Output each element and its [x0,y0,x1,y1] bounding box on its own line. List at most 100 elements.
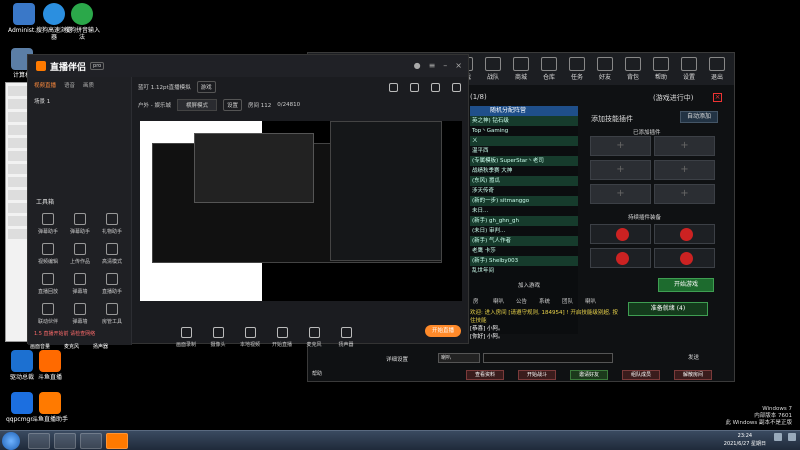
tab-voice[interactable]: 语音 [64,81,75,89]
send-button[interactable]: 发送 [688,353,714,363]
ctrl-start-live[interactable]: 开始直播 [268,327,296,348]
tool-danmu-wall-2[interactable]: 弹幕墙 [64,303,96,325]
mode-select[interactable]: 横屏模式 [176,99,217,111]
volume-icon[interactable] [788,433,796,441]
player-row[interactable]: 英之神) 钻石级 [470,116,578,126]
desktop-icon-douyu[interactable]: 斗鱼直播 [30,350,70,381]
player-row[interactable]: (新手) 气人作者 [470,236,578,246]
tool-danmu-wall[interactable]: 弹幕墙 [64,273,96,295]
plugin-slot[interactable]: + [654,136,715,156]
record-icon[interactable] [389,83,398,92]
player-row[interactable]: (新手) Shelby003 [470,256,578,266]
taskbar-app-stream[interactable] [106,433,128,449]
detail-settings[interactable]: 详细设置 [386,355,408,363]
chat-tab[interactable]: 喇叭 [585,297,596,305]
owned-plugin-slot[interactable] [654,248,715,268]
help-link[interactable]: 帮助 [312,370,322,377]
player-row[interactable]: 涉天传奇 [470,186,578,196]
chat-input[interactable] [483,353,613,363]
plugin-slot[interactable]: + [590,160,651,180]
close-icon[interactable]: × [455,61,462,70]
settings-chip[interactable]: 设置 [223,99,243,111]
ctrl-screen-record[interactable]: 画面录制 [172,327,200,348]
player-row[interactable]: 温平西 [470,146,578,156]
tool-gift[interactable]: 礼物助手 [96,213,128,235]
tool-link[interactable]: 联动伙伴 [32,303,64,325]
game-menu-tasks[interactable]: 任务 [564,55,590,83]
game-menu-help[interactable]: 帮助 [648,55,674,83]
player-row[interactable]: (专属模板) SuperStar丶老司 [470,156,578,166]
bottom-btn-profile[interactable]: 查看资料 [466,370,504,380]
player-row[interactable]: (新的一步) sitmanggo [470,196,578,206]
game-menu-bag[interactable]: 背包 [620,55,646,83]
player-row[interactable]: Top丶Gaming [470,126,578,136]
tab-quality[interactable]: 画质 [83,81,94,89]
join-game-label[interactable]: 加入游戏 [518,281,540,289]
tool-admin[interactable]: 房管工具 [96,303,128,325]
plugin-slot[interactable]: + [654,184,715,204]
chat-channel-select[interactable]: 喇叭 [438,353,480,363]
lock-icon[interactable] [410,83,419,92]
tool-upload[interactable]: 上传作品 [64,243,96,265]
start-button[interactable] [2,432,20,450]
taskbar-clock[interactable]: 23:24 2021/6/27 星期日 [724,432,766,448]
tool-hd[interactable]: 高清模式 [96,243,128,265]
ctrl-local-video[interactable]: 本地视频 [236,327,264,348]
start-game-button[interactable]: 开始游戏 [658,278,714,292]
game-menu-friends[interactable]: 好友 [592,55,618,83]
player-row[interactable]: (新手) gh_ghn_gh [470,216,578,226]
taskbar-app-game[interactable] [54,433,76,449]
auto-add-button[interactable]: 自动添加 [680,111,718,123]
minimize-icon[interactable]: – [443,61,447,70]
tool-danmu-2[interactable]: 弹幕助手 [64,213,96,235]
owned-plugin-slot[interactable] [654,224,715,244]
game-menu-team[interactable]: 战队 [480,55,506,83]
network-icon[interactable] [774,433,782,441]
scene-item[interactable]: 场景 1 [28,93,131,109]
plugin-slot[interactable]: + [654,160,715,180]
owned-plugin-slot[interactable] [590,248,651,268]
bottom-btn-battle[interactable]: 开始战斗 [518,370,556,380]
tool-assistant[interactable]: 直播助手 [96,273,128,295]
taskbar-app-folder[interactable] [80,433,102,449]
tool-video-edit[interactable]: 视频编辑 [32,243,64,265]
player-row[interactable]: (东风) 嚣瓜 [470,176,578,186]
game-menu-exit[interactable]: 退出 [704,55,730,83]
stream-title[interactable]: 蓝叮 1.12pt直播模拟 [138,83,191,91]
streaming-app-window[interactable]: 直播伴侣 pro ● ≡ – × 视频直播 语音 画质 场景 1 工具箱 弹幕助… [27,54,469,348]
go-live-button[interactable]: 开始直播 [425,325,461,337]
ctrl-microphone[interactable]: 麦克风 [300,327,328,348]
ready-button[interactable]: 准备就绪 (4) [628,302,708,316]
chat-tab[interactable]: 公告 [516,297,527,305]
owned-plugin-slot[interactable] [590,224,651,244]
player-row[interactable]: (未日) 审判... [470,226,578,236]
player-row[interactable]: ㄨ [470,136,578,146]
tool-danmu[interactable]: 弹幕助手 [32,213,64,235]
category-chip[interactable]: 游戏 [196,81,216,93]
ctrl-camera[interactable]: 摄像头 [204,327,232,348]
audio-item[interactable]: 麦克风 [64,343,79,350]
tool-replay[interactable]: 直播回放 [32,273,64,295]
avatar[interactable]: ● [414,61,421,70]
close-icon[interactable]: × [713,93,722,102]
player-row[interactable]: 老鹰 卡莎 [470,246,578,256]
game-menu-shop[interactable]: 商城 [508,55,534,83]
chat-tab[interactable]: 团队 [562,297,573,305]
room-select[interactable]: 户外 - 娱乐城 [138,101,171,109]
desktop-icon-sogou-input[interactable]: 搜狗拼音输入法 [62,3,102,41]
game-menu-settings[interactable]: 设置 [676,55,702,83]
ctrl-speaker[interactable]: 扬声器 [332,327,360,348]
plugin-slot[interactable]: + [590,136,651,156]
tab-video-live[interactable]: 视频直播 [34,81,56,89]
chat-tab[interactable]: 房 [473,297,479,305]
bottom-btn-invite[interactable]: 邀请好友 [570,370,608,380]
player-row[interactable]: 战绩秋季赛 大神 [470,166,578,176]
plugin-slot[interactable]: + [590,184,651,204]
stream-preview[interactable] [140,121,462,301]
player-row[interactable]: 未日... [470,206,578,216]
player-row[interactable]: 乱世年间 [470,266,578,276]
menu-icon[interactable]: ≡ [429,61,436,70]
taskbar-app-explorer[interactable] [28,433,50,449]
desktop-icon-douyu-assistant[interactable]: 斗鱼直播助手 [30,392,70,423]
chat-tab[interactable]: 系统 [539,297,550,305]
